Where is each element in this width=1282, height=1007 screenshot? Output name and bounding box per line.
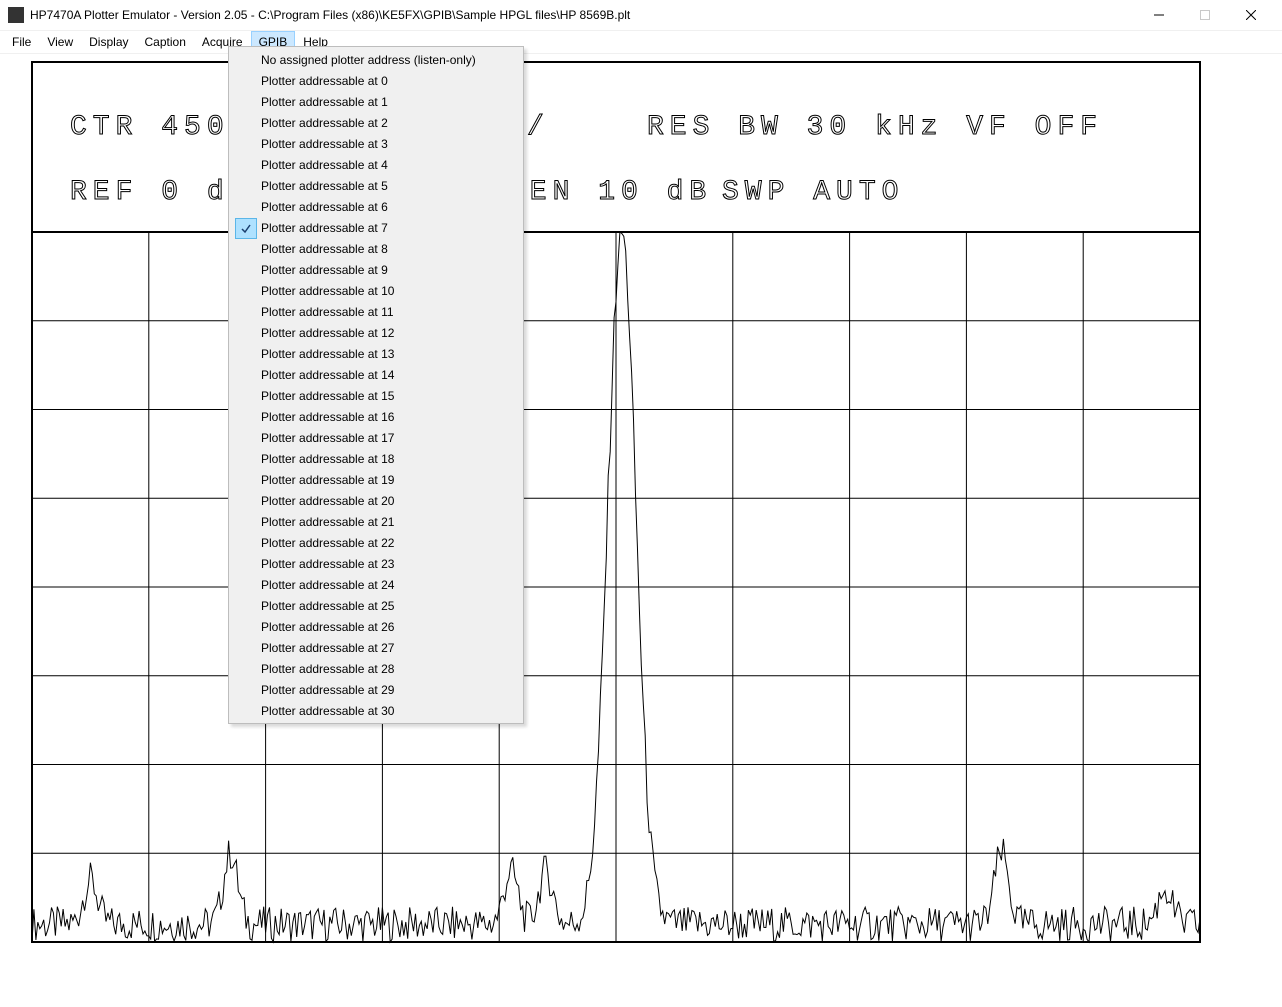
gpib-addr-5[interactable]: Plotter addressable at 5	[231, 175, 521, 196]
menu-item-label: Plotter addressable at 15	[261, 389, 394, 403]
gpib-addr-0[interactable]: Plotter addressable at 0	[231, 70, 521, 91]
gpib-addr-25[interactable]: Plotter addressable at 25	[231, 595, 521, 616]
gpib-addr-9[interactable]: Plotter addressable at 9	[231, 259, 521, 280]
menu-item-label: Plotter addressable at 1	[261, 95, 388, 109]
menu-item-label: Plotter addressable at 12	[261, 326, 394, 340]
menu-item-label: Plotter addressable at 22	[261, 536, 394, 550]
gpib-addr-6[interactable]: Plotter addressable at 6	[231, 196, 521, 217]
menu-item-label: Plotter addressable at 26	[261, 620, 394, 634]
menu-item-label: Plotter addressable at 11	[261, 305, 394, 319]
gpib-addr-1[interactable]: Plotter addressable at 1	[231, 91, 521, 112]
gpib-addr-7[interactable]: Plotter addressable at 7	[231, 217, 521, 238]
gpib-addr-3[interactable]: Plotter addressable at 3	[231, 133, 521, 154]
menu-item-label: Plotter addressable at 24	[261, 578, 394, 592]
menu-item-label: Plotter addressable at 16	[261, 410, 394, 424]
gpib-addr-28[interactable]: Plotter addressable at 28	[231, 658, 521, 679]
hdr-slash: /	[527, 112, 550, 143]
menu-item-label: Plotter addressable at 28	[261, 662, 394, 676]
gpib-addr-26[interactable]: Plotter addressable at 26	[231, 616, 521, 637]
gpib-addr-29[interactable]: Plotter addressable at 29	[231, 679, 521, 700]
plot-canvas: CTR 450./RES BW 30 kHz VF OFFREF 0 dBmTE…	[2, 54, 1278, 1003]
menu-item-label: Plotter addressable at 27	[261, 641, 394, 655]
gpib-addr-18[interactable]: Plotter addressable at 18	[231, 448, 521, 469]
menu-item-label: Plotter addressable at 4	[261, 158, 388, 172]
gpib-addr-16[interactable]: Plotter addressable at 16	[231, 406, 521, 427]
menu-view[interactable]: View	[39, 31, 81, 53]
hdr-resbw: RES BW 30 kHz VF OFF	[647, 112, 1103, 143]
menu-caption[interactable]: Caption	[137, 31, 194, 53]
menu-bar: FileViewDisplayCaptionAcquireGPIBHelp	[0, 30, 1282, 54]
maximize-button[interactable]	[1182, 0, 1228, 30]
gpib-addr-19[interactable]: Plotter addressable at 19	[231, 469, 521, 490]
gpib-addr-8[interactable]: Plotter addressable at 8	[231, 238, 521, 259]
menu-item-label: Plotter addressable at 29	[261, 683, 394, 697]
menu-item-label: Plotter addressable at 21	[261, 515, 394, 529]
gpib-addr-30[interactable]: Plotter addressable at 30	[231, 700, 521, 721]
menu-item-label: Plotter addressable at 2	[261, 116, 388, 130]
hdr-atten: TEN 10 dB	[507, 177, 712, 208]
menu-file[interactable]: File	[4, 31, 39, 53]
gpib-addr-12[interactable]: Plotter addressable at 12	[231, 322, 521, 343]
menu-item-label: No assigned plotter address (listen-only…	[261, 53, 476, 67]
gpib-addr-15[interactable]: Plotter addressable at 15	[231, 385, 521, 406]
gpib-addr-23[interactable]: Plotter addressable at 23	[231, 553, 521, 574]
menu-item-label: Plotter addressable at 17	[261, 431, 394, 445]
menu-item-label: Plotter addressable at 23	[261, 557, 394, 571]
menu-item-label: Plotter addressable at 30	[261, 704, 394, 718]
gpib-listen-only[interactable]: No assigned plotter address (listen-only…	[231, 49, 521, 70]
gpib-addr-27[interactable]: Plotter addressable at 27	[231, 637, 521, 658]
menu-item-label: Plotter addressable at 3	[261, 137, 388, 151]
gpib-menu-dropdown: No assigned plotter address (listen-only…	[228, 46, 524, 724]
menu-item-label: Plotter addressable at 9	[261, 263, 388, 277]
title-bar: HP7470A Plotter Emulator - Version 2.05 …	[0, 0, 1282, 30]
menu-item-label: Plotter addressable at 18	[261, 452, 394, 466]
menu-item-label: Plotter addressable at 7	[261, 221, 388, 235]
window-buttons	[1136, 0, 1274, 30]
menu-item-label: Plotter addressable at 0	[261, 74, 388, 88]
gpib-addr-2[interactable]: Plotter addressable at 2	[231, 112, 521, 133]
menu-item-label: Plotter addressable at 6	[261, 200, 388, 214]
menu-item-label: Plotter addressable at 14	[261, 368, 394, 382]
menu-display[interactable]: Display	[81, 31, 136, 53]
gpib-addr-21[interactable]: Plotter addressable at 21	[231, 511, 521, 532]
close-button[interactable]	[1228, 0, 1274, 30]
menu-item-label: Plotter addressable at 19	[261, 473, 394, 487]
hdr-ctr: CTR 450.	[70, 112, 252, 143]
gpib-addr-14[interactable]: Plotter addressable at 14	[231, 364, 521, 385]
menu-item-label: Plotter addressable at 5	[261, 179, 388, 193]
minimize-button[interactable]	[1136, 0, 1182, 30]
hdr-swp: SWP AUTO	[722, 177, 904, 208]
menu-item-label: Plotter addressable at 25	[261, 599, 394, 613]
plot-svg: CTR 450./RES BW 30 kHz VF OFFREF 0 dBmTE…	[2, 54, 1278, 1003]
gpib-addr-10[interactable]: Plotter addressable at 10	[231, 280, 521, 301]
check-icon	[235, 218, 257, 239]
menu-item-label: Plotter addressable at 13	[261, 347, 394, 361]
menu-item-label: Plotter addressable at 8	[261, 242, 388, 256]
menu-item-label: Plotter addressable at 10	[261, 284, 394, 298]
gpib-addr-4[interactable]: Plotter addressable at 4	[231, 154, 521, 175]
gpib-addr-20[interactable]: Plotter addressable at 20	[231, 490, 521, 511]
app-icon	[8, 7, 24, 23]
gpib-addr-11[interactable]: Plotter addressable at 11	[231, 301, 521, 322]
gpib-addr-17[interactable]: Plotter addressable at 17	[231, 427, 521, 448]
gpib-addr-24[interactable]: Plotter addressable at 24	[231, 574, 521, 595]
gpib-addr-22[interactable]: Plotter addressable at 22	[231, 532, 521, 553]
gpib-addr-13[interactable]: Plotter addressable at 13	[231, 343, 521, 364]
window-title: HP7470A Plotter Emulator - Version 2.05 …	[30, 8, 1136, 22]
menu-item-label: Plotter addressable at 20	[261, 494, 394, 508]
